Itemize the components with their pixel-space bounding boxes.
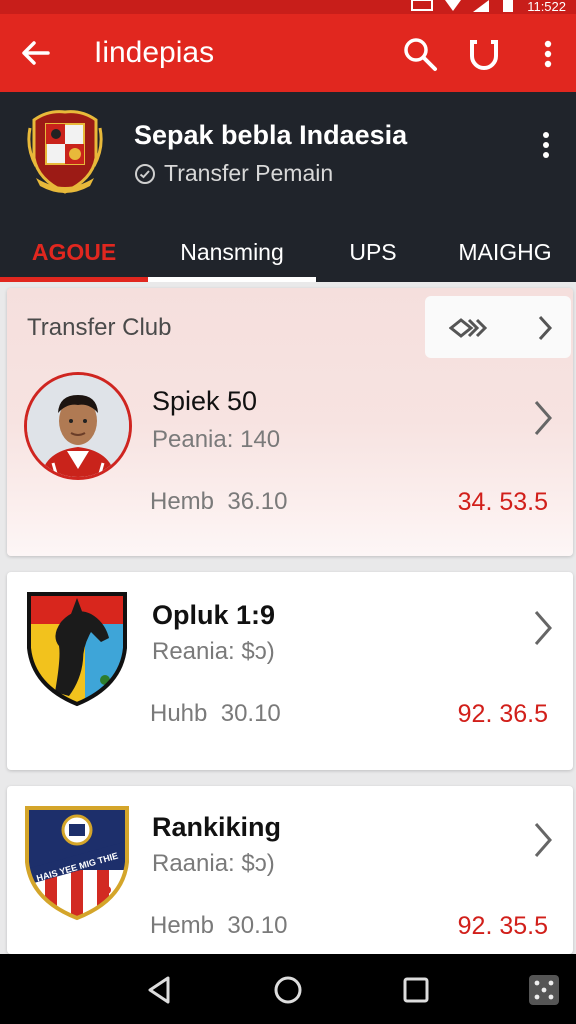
player-detail: Reania: $ɔ) <box>152 638 275 665</box>
nav-home-icon[interactable] <box>270 972 306 1008</box>
tab-label: UPS <box>349 238 397 265</box>
tab-underline <box>148 277 316 282</box>
chevron-right-icon[interactable] <box>531 398 555 438</box>
transfer-price: 92. 35.5 <box>457 912 548 940</box>
player-detail: Peania: 140 <box>152 426 281 453</box>
tab-label: Nansming <box>180 238 284 265</box>
transfer-card[interactable]: Transfer Club Spiek 50 Peania: 140 Hemb … <box>7 288 573 556</box>
player-photo <box>27 375 129 477</box>
screenshot-icon <box>411 0 434 11</box>
wifi-icon <box>445 0 462 11</box>
signal-icon <box>473 0 490 12</box>
tab-nansming[interactable]: Nansming <box>148 222 316 282</box>
battery-icon <box>503 0 514 12</box>
club-crest-icon <box>27 110 103 194</box>
chevron-right-icon[interactable] <box>531 608 555 648</box>
player-name: Rankiking <box>152 812 282 842</box>
chevron-right-icon[interactable] <box>531 820 555 860</box>
nav-recents-icon[interactable] <box>398 972 434 1008</box>
tab-indicator <box>0 277 148 282</box>
nav-back-icon[interactable] <box>142 972 178 1008</box>
search-icon[interactable] <box>402 36 438 72</box>
player-detail: Raania: $ɔ) <box>152 850 275 877</box>
chevron-right-icon <box>538 315 553 341</box>
stat-row: Huhb 30.10 <box>150 700 281 728</box>
club-badge-horse-icon <box>27 592 127 707</box>
double-chevron-icon <box>449 318 488 338</box>
tab-maighg[interactable]: MAIGHG <box>430 222 576 282</box>
transfer-card[interactable]: HAIS YEE MIG THIE Rankiking Raania: $ɔ) … <box>7 786 573 954</box>
transfer-card[interactable]: Opluk 1:9 Reania: $ɔ) Huhb 30.10 92. 36.… <box>7 572 573 770</box>
player-name: Spiek 50 <box>152 386 258 416</box>
tab-bar: AGOUE Nansming UPS MAIGHG <box>0 222 576 282</box>
tab-ups[interactable]: UPS <box>316 222 430 282</box>
app-title: Iindepias <box>94 36 215 69</box>
club-badge-stripes-icon: HAIS YEE MIG THIE <box>25 806 129 921</box>
club-name: Sepak bebla Indaesia <box>134 120 408 150</box>
system-nav-bar <box>0 954 576 1024</box>
player-avatar <box>24 372 132 480</box>
club-header: Sepak bebla Indaesia Transfer Pemain AGO… <box>0 92 576 282</box>
stat-row: Hemb 36.10 <box>150 488 287 516</box>
transfer-arrows-button[interactable] <box>425 296 571 358</box>
app-bar: Iindepias <box>0 14 576 92</box>
tab-agoue[interactable]: AGOUE <box>0 222 148 282</box>
stat-value: 30.10 <box>227 912 288 939</box>
stat-label: Hemb <box>150 912 215 939</box>
stat-value: 30.10 <box>220 700 281 727</box>
stat-label: Huhb <box>150 700 208 727</box>
back-arrow-icon[interactable] <box>18 36 54 70</box>
stat-value: 36.10 <box>227 488 288 515</box>
more-vert-icon[interactable] <box>538 36 558 72</box>
status-time: 11:522 <box>527 0 566 14</box>
transfer-price: 92. 36.5 <box>457 700 548 728</box>
status-bar: 11:522 <box>0 0 576 14</box>
header-more-icon[interactable] <box>536 130 556 160</box>
check-circle-icon <box>135 163 155 184</box>
player-name: Opluk 1:9 <box>152 600 276 630</box>
tab-label: AGOUE <box>31 238 117 265</box>
stat-row: Hemb 30.10 <box>150 912 287 940</box>
card-heading: Transfer Club <box>27 314 172 341</box>
stat-label: Hemb <box>150 488 215 515</box>
magnet-icon[interactable] <box>466 36 502 72</box>
transfer-price: 34. 53.5 <box>457 488 548 516</box>
tab-label: MAIGHG <box>458 238 552 265</box>
club-subtitle: Transfer Pemain <box>134 160 333 187</box>
nav-dice-icon[interactable] <box>526 972 562 1008</box>
subtitle-text: Transfer Pemain <box>164 160 334 186</box>
